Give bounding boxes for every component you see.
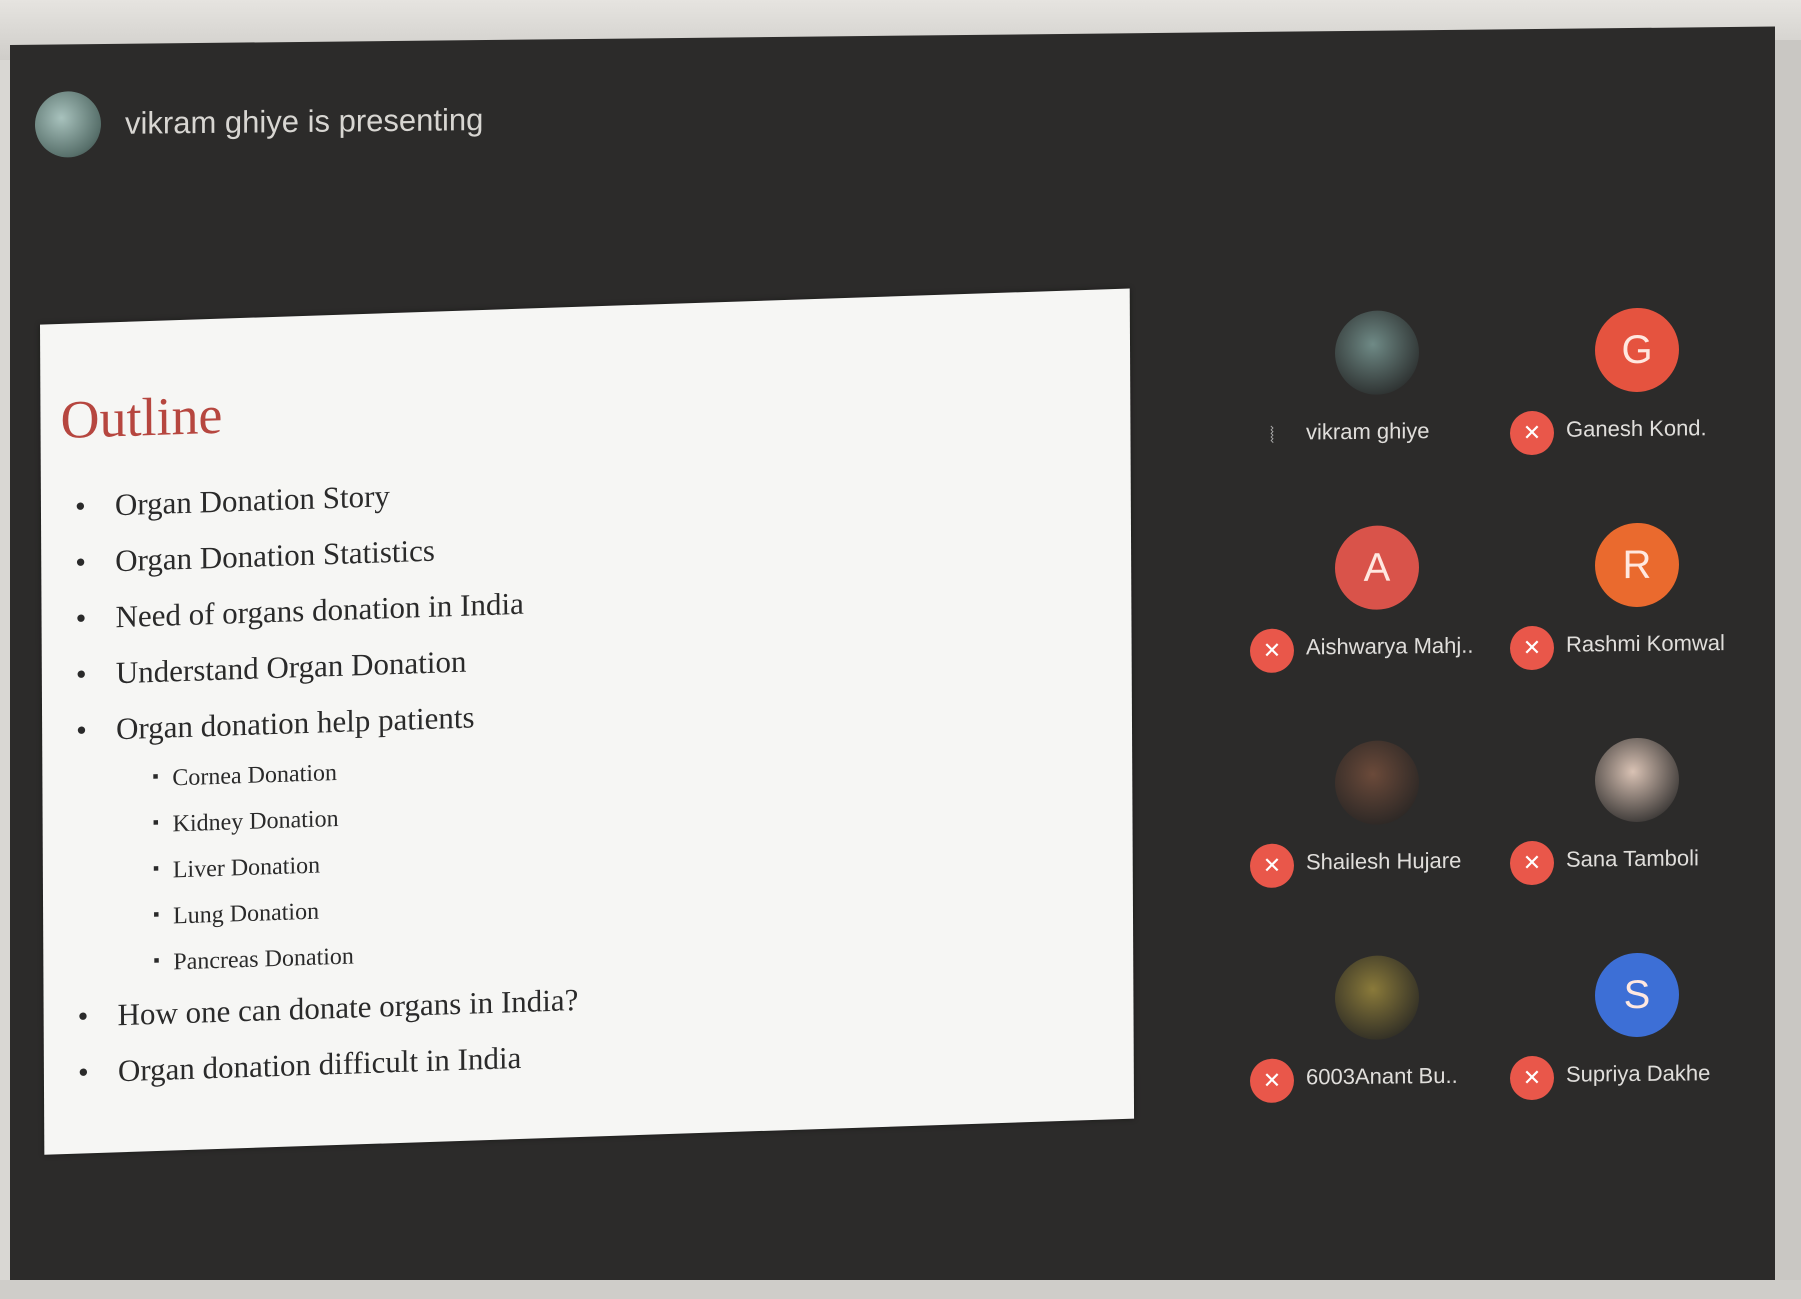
monitor-edge: [1775, 40, 1801, 1299]
participant-initial-avatar: S: [1595, 952, 1679, 1038]
mic-muted-icon: ✕: [1510, 840, 1554, 886]
participant-name: vikram ghiye: [1306, 418, 1430, 445]
participant-tile[interactable]: R ✕ Rashmi Komwal: [1510, 512, 1760, 715]
participant-name: Supriya Dakhe: [1566, 1060, 1711, 1087]
participant-tile[interactable]: ✕ 6003Anant Bu..: [1250, 944, 1500, 1147]
participant-photo-avatar: [1335, 955, 1419, 1041]
participant-name: Rashmi Komwal: [1566, 630, 1725, 657]
slide-bullet-list: Organ Donation StoryOrgan Donation Stati…: [71, 472, 579, 1111]
participant-name: Sana Tamboli: [1566, 845, 1699, 872]
mic-muted-icon: ✕: [1510, 410, 1554, 456]
participant-name: Aishwarya Mahj..: [1306, 632, 1474, 660]
shared-slide: Outline Organ Donation StoryOrgan Donati…: [40, 288, 1135, 1155]
participant-photo-avatar: [1595, 737, 1679, 823]
participant-tile[interactable]: ⦚ vikram ghiye: [1250, 299, 1500, 502]
room-background-bottom: [0, 1280, 1801, 1299]
participant-grid: ⦚ vikram ghiye G ✕ Ganesh Kond. A ✕ Aishwarya M…: [1250, 297, 1770, 1202]
participant-tile[interactable]: ✕ Shailesh Hujare: [1250, 729, 1500, 932]
participant-name: 6003Anant Bu..: [1306, 1062, 1458, 1090]
participant-tile[interactable]: A ✕ Aishwarya Mahj..: [1250, 514, 1500, 717]
presenter-avatar-icon: [35, 91, 101, 158]
participant-initial-avatar: A: [1335, 525, 1419, 611]
mic-muted-icon: ✕: [1250, 628, 1294, 674]
participant-initial-avatar: R: [1595, 522, 1679, 608]
mic-muted-icon: ✕: [1510, 1055, 1554, 1101]
participant-initial-avatar: G: [1595, 307, 1679, 393]
presenter-label: vikram ghiye is presenting: [125, 102, 484, 141]
slide-title: Outline: [60, 384, 223, 451]
meeting-window: vikram ghiye is presenting Outline Organ…: [10, 26, 1775, 1299]
participant-name: Shailesh Hujare: [1306, 847, 1462, 875]
mic-muted-icon: ✕: [1250, 843, 1294, 889]
presenter-banner: vikram ghiye is presenting: [35, 80, 483, 165]
participant-tile[interactable]: ✕ Sana Tamboli: [1510, 727, 1760, 930]
mic-muted-icon: ✕: [1510, 625, 1554, 671]
participant-tile[interactable]: S ✕ Supriya Dakhe: [1510, 942, 1760, 1145]
participant-photo-avatar: [1335, 740, 1419, 826]
participant-name: Ganesh Kond.: [1566, 415, 1707, 442]
participant-tile[interactable]: G ✕ Ganesh Kond.: [1510, 297, 1760, 500]
mic-active-icon: ⦚: [1269, 422, 1275, 448]
participant-photo-avatar: [1335, 310, 1419, 396]
mic-muted-icon: ✕: [1250, 1058, 1294, 1104]
